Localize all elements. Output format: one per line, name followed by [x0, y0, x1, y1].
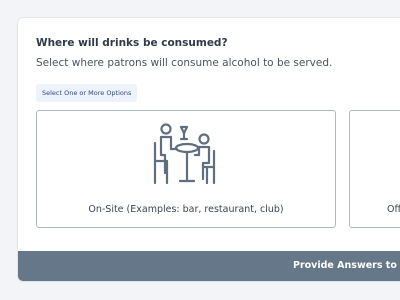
option-off-site[interactable]: Off: [349, 110, 400, 228]
provide-answers-button-label: Provide Answers to Co: [293, 260, 400, 271]
bar-patron-icon: [153, 123, 216, 185]
provide-answers-button[interactable]: Provide Answers to Co: [18, 251, 400, 281]
question-description: Select where patrons will consume alcoho…: [36, 57, 333, 69]
option-off-site-label: Off: [387, 204, 400, 215]
option-on-site[interactable]: On-Site (Examples: bar, restaurant, club…: [36, 110, 336, 228]
option-on-site-label: On-Site (Examples: bar, restaurant, club…: [88, 204, 284, 215]
question-heading: Where will drinks be consumed?: [36, 37, 228, 49]
selection-hint-badge: Select One or More Options: [36, 84, 138, 102]
question-card: Where will drinks be consumed? Select wh…: [17, 17, 400, 282]
